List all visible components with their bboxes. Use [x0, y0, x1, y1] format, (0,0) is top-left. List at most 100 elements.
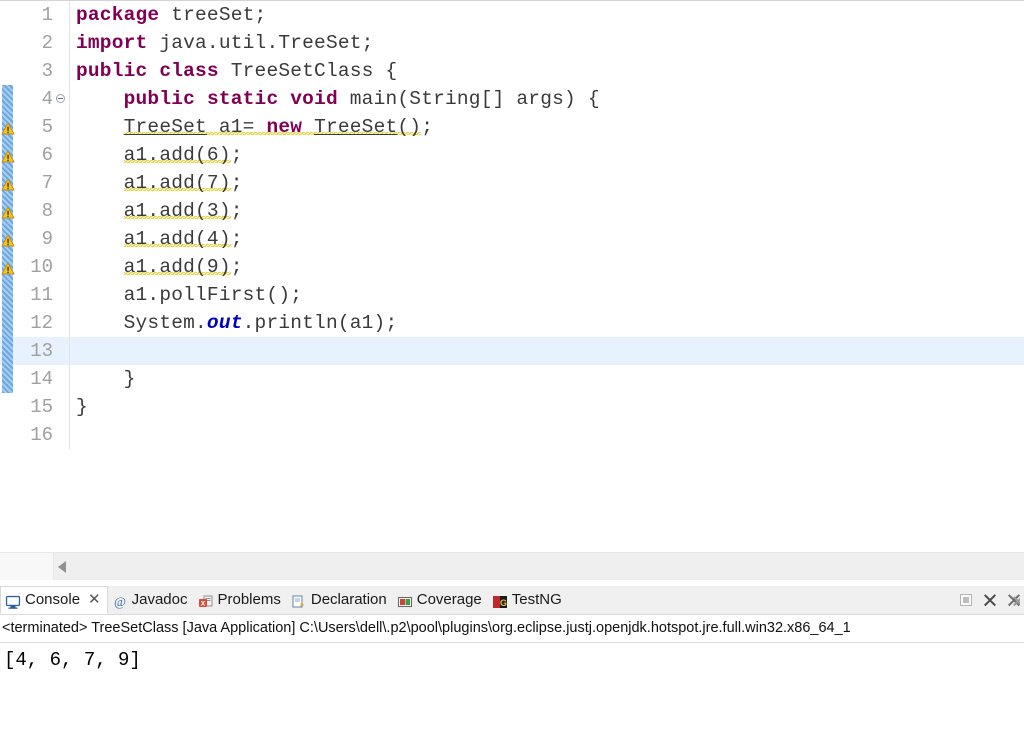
marker-gutter[interactable]: [0, 197, 17, 225]
fold-gutter[interactable]: [55, 85, 69, 113]
tab-problems[interactable]: x Problems: [194, 586, 287, 614]
fold-gutter[interactable]: [55, 113, 69, 141]
code-line[interactable]: 2 import java.util.TreeSet;: [0, 29, 1024, 57]
fold-gutter[interactable]: [55, 225, 69, 253]
scroll-left-arrow-icon[interactable]: [58, 561, 66, 573]
tab-javadoc[interactable]: @ Javadoc: [108, 586, 194, 614]
code-text[interactable]: import java.util.TreeSet;: [76, 29, 374, 57]
fold-gutter[interactable]: [55, 421, 69, 449]
code-text[interactable]: a1.add(3);: [76, 197, 243, 225]
code-line[interactable]: 11 a1.pollFirst();: [0, 281, 1024, 309]
code-text[interactable]: a1.pollFirst();: [76, 281, 302, 309]
fold-collapse-icon[interactable]: [56, 94, 65, 103]
warning-marker-icon[interactable]: [1, 147, 15, 163]
code-line[interactable]: 1 package treeSet;: [0, 1, 1024, 29]
console-toolbar[interactable]: [958, 586, 1020, 614]
fold-gutter[interactable]: [55, 29, 69, 57]
tab-testng[interactable]: G TestNG: [488, 586, 568, 614]
console-output-text[interactable]: [4, 6, 7, 9]: [0, 643, 1024, 673]
code-line[interactable]: 16: [0, 421, 1024, 449]
warning-marker-icon[interactable]: [1, 175, 15, 191]
fold-gutter[interactable]: [55, 1, 69, 29]
fold-gutter[interactable]: [55, 57, 69, 85]
marker-gutter[interactable]: [0, 85, 17, 113]
problems-icon: x: [198, 592, 214, 608]
tab-label: Console: [25, 591, 81, 608]
tab-list: Console ✕ @ Javadoc x Problems Declaration Cove…: [0, 586, 1024, 614]
code-text[interactable]: a1.add(9);: [76, 253, 243, 281]
code-text[interactable]: TreeSet a1= new TreeSet();: [76, 113, 433, 141]
code-line[interactable]: 8 a1.add(3);: [0, 197, 1024, 225]
code-line[interactable]: 5 TreeSet a1= new TreeSet();: [0, 113, 1024, 141]
change-bar: [2, 85, 13, 113]
marker-gutter[interactable]: [0, 253, 17, 281]
warning-marker-icon[interactable]: [1, 231, 15, 247]
code-line[interactable]: 12 System.out.println(a1);: [0, 309, 1024, 337]
code-text[interactable]: public static void main(String[] args) {: [76, 85, 600, 113]
warning-marker-icon[interactable]: [1, 203, 15, 219]
code-text[interactable]: a1.add(6);: [76, 141, 243, 169]
warning-marker-icon[interactable]: [1, 259, 15, 275]
code-line[interactable]: 6 a1.add(6);: [0, 141, 1024, 169]
warning-marker-icon[interactable]: [1, 119, 15, 135]
fold-gutter[interactable]: [55, 393, 69, 421]
code-text[interactable]: package treeSet;: [76, 1, 266, 29]
console-tab-bar[interactable]: Console ✕ @ Javadoc x Problems Declaration Cove…: [0, 586, 1024, 615]
editor-horizontal-scrollbar[interactable]: [0, 552, 1024, 580]
marker-gutter[interactable]: [0, 281, 17, 309]
marker-gutter[interactable]: [0, 365, 17, 393]
fold-gutter[interactable]: [55, 141, 69, 169]
code-text[interactable]: }: [76, 393, 88, 421]
code-line[interactable]: 13: [0, 337, 1024, 365]
gutter-separator: [69, 169, 70, 197]
marker-gutter[interactable]: [0, 337, 17, 365]
marker-gutter[interactable]: [0, 57, 17, 85]
java-editor[interactable]: 1 package treeSet; 2 import java.util.TreeS…: [0, 0, 1024, 580]
console-view[interactable]: Console ✕ @ Javadoc x Problems Declaration Cove…: [0, 586, 1024, 746]
marker-gutter[interactable]: [0, 141, 17, 169]
remove-all-terminated-button[interactable]: [1006, 592, 1020, 608]
code-text[interactable]: System.out.println(a1);: [76, 309, 398, 337]
tab-console[interactable]: Console ✕: [0, 586, 108, 614]
gutter-separator: [69, 253, 70, 281]
marker-gutter[interactable]: [0, 421, 17, 449]
scrollbar-trough[interactable]: [54, 553, 1024, 580]
fold-gutter[interactable]: [55, 309, 69, 337]
code-line[interactable]: 10 a1.add(9);: [0, 253, 1024, 281]
code-text[interactable]: a1.add(7);: [76, 169, 243, 197]
code-text[interactable]: }: [76, 365, 136, 393]
marker-gutter[interactable]: [0, 309, 17, 337]
code-line[interactable]: 9 a1.add(4);: [0, 225, 1024, 253]
fold-gutter[interactable]: [55, 169, 69, 197]
code-line[interactable]: 7 a1.add(7);: [0, 169, 1024, 197]
fold-gutter[interactable]: [55, 337, 69, 365]
change-bar: [2, 309, 13, 337]
marker-gutter[interactable]: [0, 393, 17, 421]
fold-gutter[interactable]: [55, 197, 69, 225]
code-line[interactable]: 14 }: [0, 365, 1024, 393]
code-line[interactable]: 15}: [0, 393, 1024, 421]
marker-gutter[interactable]: [0, 225, 17, 253]
code-line[interactable]: 3 public class TreeSetClass {: [0, 57, 1024, 85]
gutter-separator: [69, 197, 70, 225]
code-text[interactable]: a1.add(4);: [76, 225, 243, 253]
tab-coverage[interactable]: Coverage: [393, 586, 488, 614]
fold-gutter[interactable]: [55, 253, 69, 281]
marker-gutter[interactable]: [0, 29, 17, 57]
gutter-separator: [69, 393, 70, 421]
gutter-separator: [69, 421, 70, 449]
marker-gutter[interactable]: [0, 169, 17, 197]
code-text[interactable]: public class TreeSetClass {: [76, 57, 397, 85]
remove-launch-button[interactable]: [982, 592, 998, 608]
terminate-button[interactable]: [958, 592, 974, 608]
tab-close-icon[interactable]: ✕: [88, 586, 101, 614]
fold-gutter[interactable]: [55, 365, 69, 393]
tab-declaration[interactable]: Declaration: [287, 586, 393, 614]
line-number: 16: [30, 424, 53, 446]
marker-gutter[interactable]: [0, 113, 17, 141]
line-number: 6: [41, 144, 53, 166]
code-line[interactable]: 4 public static void main(String[] args)…: [0, 85, 1024, 113]
fold-gutter[interactable]: [55, 281, 69, 309]
marker-gutter[interactable]: [0, 1, 17, 29]
code-area[interactable]: 1 package treeSet; 2 import java.util.TreeS…: [0, 1, 1024, 554]
